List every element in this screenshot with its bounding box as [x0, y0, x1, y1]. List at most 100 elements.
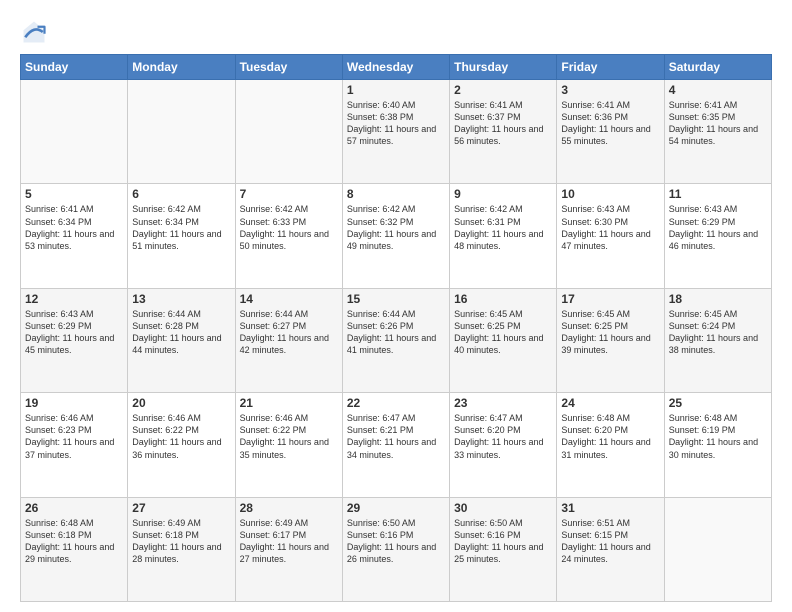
day-number: 20	[132, 396, 230, 410]
day-info: Sunrise: 6:46 AM Sunset: 6:22 PM Dayligh…	[240, 412, 338, 461]
day-info: Sunrise: 6:43 AM Sunset: 6:30 PM Dayligh…	[561, 203, 659, 252]
day-info: Sunrise: 6:48 AM Sunset: 6:19 PM Dayligh…	[669, 412, 767, 461]
day-number: 27	[132, 501, 230, 515]
calendar-week-3: 12Sunrise: 6:43 AM Sunset: 6:29 PM Dayli…	[21, 288, 772, 392]
calendar-header-sunday: Sunday	[21, 55, 128, 80]
calendar-header-monday: Monday	[128, 55, 235, 80]
calendar-cell: 25 Sunrise: 6:48 AM Sunset: 6:19 PM Dayli…	[664, 393, 771, 497]
calendar-cell	[21, 80, 128, 184]
calendar-cell	[128, 80, 235, 184]
calendar-header-tuesday: Tuesday	[235, 55, 342, 80]
calendar-cell: 15 Sunrise: 6:44 AM Sunset: 6:26 PM Dayli…	[342, 288, 449, 392]
day-info: Sunrise: 6:49 AM Sunset: 6:18 PM Dayligh…	[132, 517, 230, 566]
day-info: Sunrise: 6:47 AM Sunset: 6:20 PM Dayligh…	[454, 412, 552, 461]
day-info: Sunrise: 6:43 AM Sunset: 6:29 PM Dayligh…	[25, 308, 123, 357]
calendar-cell: 8 Sunrise: 6:42 AM Sunset: 6:32 PM Daylig…	[342, 184, 449, 288]
day-number: 16	[454, 292, 552, 306]
day-number: 24	[561, 396, 659, 410]
calendar-cell: 11 Sunrise: 6:43 AM Sunset: 6:29 PM Dayli…	[664, 184, 771, 288]
day-info: Sunrise: 6:48 AM Sunset: 6:18 PM Dayligh…	[25, 517, 123, 566]
calendar-week-5: 26 Sunrise: 6:48 AM Sunset: 6:18 PM Dayli…	[21, 497, 772, 601]
day-info: Sunrise: 6:41 AM Sunset: 6:35 PM Dayligh…	[669, 99, 767, 148]
calendar-week-2: 5Sunrise: 6:41 AM Sunset: 6:34 PM Daylig…	[21, 184, 772, 288]
day-info: Sunrise: 6:45 AM Sunset: 6:24 PM Dayligh…	[669, 308, 767, 357]
day-number: 30	[454, 501, 552, 515]
calendar-cell: 22 Sunrise: 6:47 AM Sunset: 6:21 PM Dayli…	[342, 393, 449, 497]
day-info: Sunrise: 6:42 AM Sunset: 6:31 PM Dayligh…	[454, 203, 552, 252]
day-info: Sunrise: 6:44 AM Sunset: 6:26 PM Dayligh…	[347, 308, 445, 357]
calendar-cell: 16 Sunrise: 6:45 AM Sunset: 6:25 PM Dayli…	[450, 288, 557, 392]
day-info: Sunrise: 6:45 AM Sunset: 6:25 PM Dayligh…	[454, 308, 552, 357]
day-number: 23	[454, 396, 552, 410]
day-info: Sunrise: 6:45 AM Sunset: 6:25 PM Dayligh…	[561, 308, 659, 357]
day-info: Sunrise: 6:42 AM Sunset: 6:33 PM Dayligh…	[240, 203, 338, 252]
day-info: Sunrise: 6:40 AM Sunset: 6:38 PM Dayligh…	[347, 99, 445, 148]
day-number: 22	[347, 396, 445, 410]
day-number: 2	[454, 83, 552, 97]
day-info: Sunrise: 6:44 AM Sunset: 6:27 PM Dayligh…	[240, 308, 338, 357]
calendar-cell: 29 Sunrise: 6:50 AM Sunset: 6:16 PM Dayli…	[342, 497, 449, 601]
day-number: 28	[240, 501, 338, 515]
day-info: Sunrise: 6:46 AM Sunset: 6:22 PM Dayligh…	[132, 412, 230, 461]
calendar-cell: 18 Sunrise: 6:45 AM Sunset: 6:24 PM Dayli…	[664, 288, 771, 392]
day-info: Sunrise: 6:42 AM Sunset: 6:34 PM Dayligh…	[132, 203, 230, 252]
day-info: Sunrise: 6:50 AM Sunset: 6:16 PM Dayligh…	[347, 517, 445, 566]
day-info: Sunrise: 6:41 AM Sunset: 6:37 PM Dayligh…	[454, 99, 552, 148]
day-number: 13	[132, 292, 230, 306]
logo-icon	[20, 18, 48, 46]
day-info: Sunrise: 6:50 AM Sunset: 6:16 PM Dayligh…	[454, 517, 552, 566]
day-number: 15	[347, 292, 445, 306]
day-number: 9	[454, 187, 552, 201]
day-info: Sunrise: 6:42 AM Sunset: 6:32 PM Dayligh…	[347, 203, 445, 252]
day-number: 5	[25, 187, 123, 201]
day-number: 26	[25, 501, 123, 515]
calendar-cell: 30 Sunrise: 6:50 AM Sunset: 6:16 PM Dayli…	[450, 497, 557, 601]
calendar-cell: 19 Sunrise: 6:46 AM Sunset: 6:23 PM Dayli…	[21, 393, 128, 497]
calendar-week-4: 19 Sunrise: 6:46 AM Sunset: 6:23 PM Dayli…	[21, 393, 772, 497]
day-number: 8	[347, 187, 445, 201]
calendar-header-friday: Friday	[557, 55, 664, 80]
calendar-cell: 13 Sunrise: 6:44 AM Sunset: 6:28 PM Dayli…	[128, 288, 235, 392]
calendar-cell: 1Sunrise: 6:40 AM Sunset: 6:38 PM Daylig…	[342, 80, 449, 184]
calendar-cell: 27 Sunrise: 6:49 AM Sunset: 6:18 PM Dayli…	[128, 497, 235, 601]
calendar-cell: 4 Sunrise: 6:41 AM Sunset: 6:35 PM Daylig…	[664, 80, 771, 184]
calendar-cell: 24Sunrise: 6:48 AM Sunset: 6:20 PM Dayli…	[557, 393, 664, 497]
calendar-cell: 21 Sunrise: 6:46 AM Sunset: 6:22 PM Dayli…	[235, 393, 342, 497]
day-number: 11	[669, 187, 767, 201]
calendar-cell: 17 Sunrise: 6:45 AM Sunset: 6:25 PM Dayli…	[557, 288, 664, 392]
day-number: 21	[240, 396, 338, 410]
day-info: Sunrise: 6:43 AM Sunset: 6:29 PM Dayligh…	[669, 203, 767, 252]
day-number: 7	[240, 187, 338, 201]
calendar-cell	[235, 80, 342, 184]
day-number: 17	[561, 292, 659, 306]
day-info: Sunrise: 6:47 AM Sunset: 6:21 PM Dayligh…	[347, 412, 445, 461]
calendar-header-wednesday: Wednesday	[342, 55, 449, 80]
day-number: 4	[669, 83, 767, 97]
calendar-cell: 26 Sunrise: 6:48 AM Sunset: 6:18 PM Dayli…	[21, 497, 128, 601]
calendar-cell: 31 Sunrise: 6:51 AM Sunset: 6:15 PM Dayli…	[557, 497, 664, 601]
day-number: 14	[240, 292, 338, 306]
calendar-cell: 9 Sunrise: 6:42 AM Sunset: 6:31 PM Daylig…	[450, 184, 557, 288]
calendar-header-thursday: Thursday	[450, 55, 557, 80]
calendar-cell: 10Sunrise: 6:43 AM Sunset: 6:30 PM Dayli…	[557, 184, 664, 288]
day-number: 29	[347, 501, 445, 515]
day-info: Sunrise: 6:46 AM Sunset: 6:23 PM Dayligh…	[25, 412, 123, 461]
calendar-cell: 6 Sunrise: 6:42 AM Sunset: 6:34 PM Daylig…	[128, 184, 235, 288]
calendar-week-1: 1Sunrise: 6:40 AM Sunset: 6:38 PM Daylig…	[21, 80, 772, 184]
day-number: 19	[25, 396, 123, 410]
calendar-cell: 12Sunrise: 6:43 AM Sunset: 6:29 PM Dayli…	[21, 288, 128, 392]
day-info: Sunrise: 6:51 AM Sunset: 6:15 PM Dayligh…	[561, 517, 659, 566]
calendar-table: SundayMondayTuesdayWednesdayThursdayFrid…	[20, 54, 772, 602]
logo	[20, 18, 52, 46]
page: SundayMondayTuesdayWednesdayThursdayFrid…	[0, 0, 792, 612]
day-info: Sunrise: 6:44 AM Sunset: 6:28 PM Dayligh…	[132, 308, 230, 357]
day-number: 6	[132, 187, 230, 201]
day-number: 31	[561, 501, 659, 515]
calendar-cell: 28Sunrise: 6:49 AM Sunset: 6:17 PM Dayli…	[235, 497, 342, 601]
calendar-cell: 20 Sunrise: 6:46 AM Sunset: 6:22 PM Dayli…	[128, 393, 235, 497]
calendar-cell: 3Sunrise: 6:41 AM Sunset: 6:36 PM Daylig…	[557, 80, 664, 184]
day-info: Sunrise: 6:41 AM Sunset: 6:36 PM Dayligh…	[561, 99, 659, 148]
calendar-cell: 2 Sunrise: 6:41 AM Sunset: 6:37 PM Daylig…	[450, 80, 557, 184]
day-number: 18	[669, 292, 767, 306]
day-number: 25	[669, 396, 767, 410]
